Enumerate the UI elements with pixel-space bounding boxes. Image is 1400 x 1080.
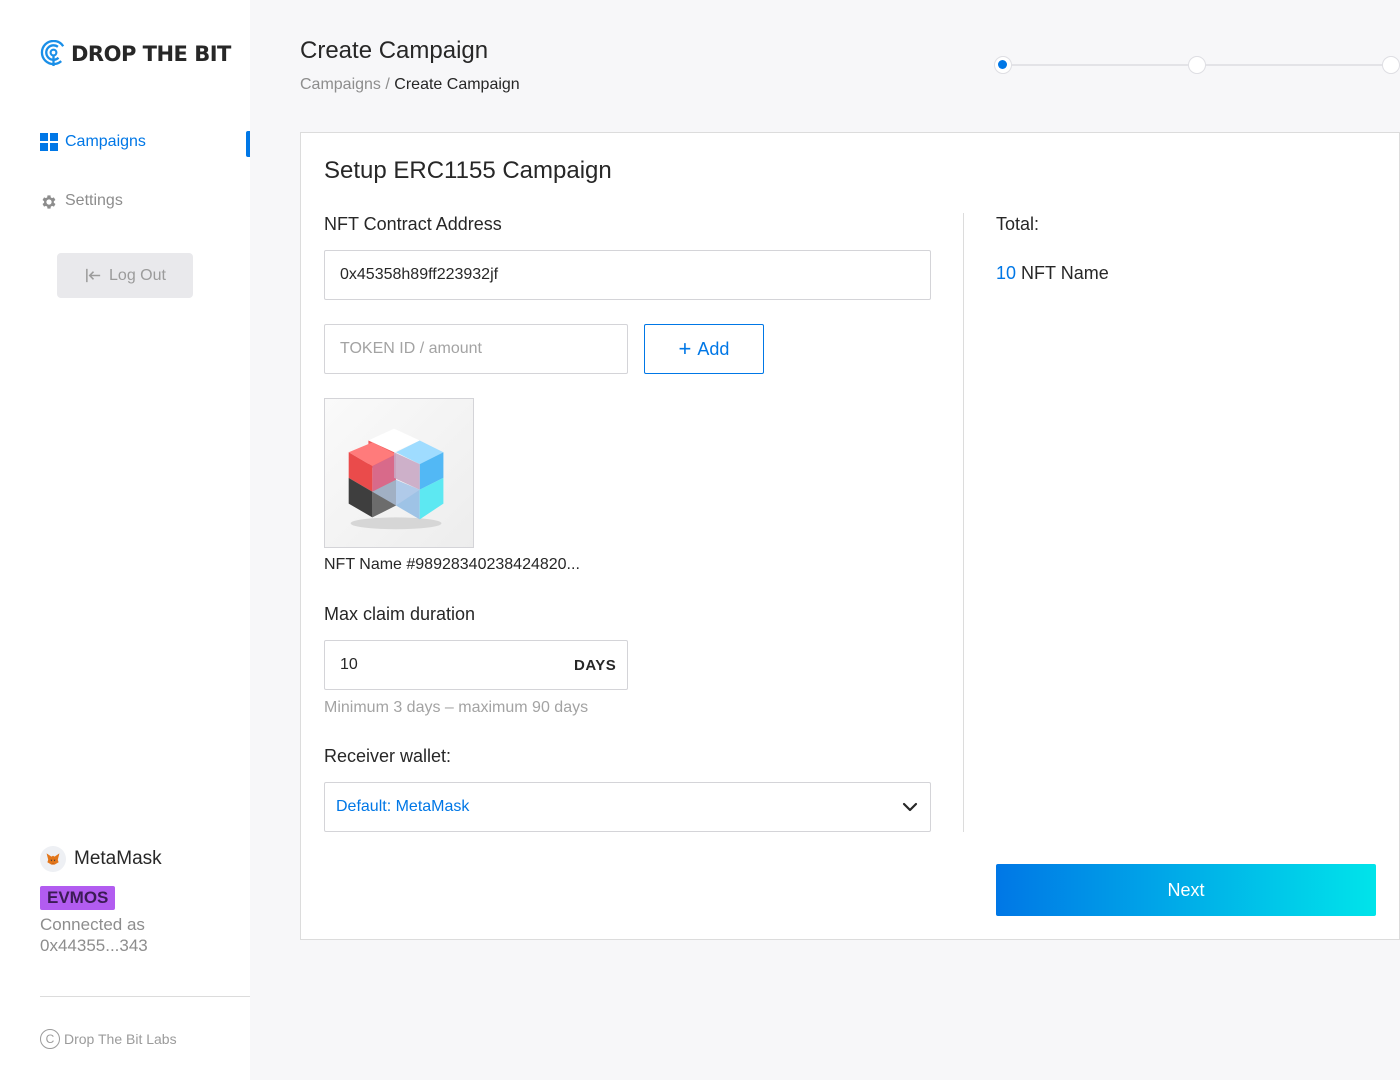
page-title: Create Campaign [300,37,489,64]
progress-stepper [994,56,1400,74]
stepper-step-1 [994,56,1012,74]
active-nav-indicator [246,131,250,157]
breadcrumb: Campaigns / Create Campaign [300,76,520,94]
logout-label: Log Out [109,266,166,284]
duration-hint: Minimum 3 days – maximum 90 days [324,699,589,716]
connected-label: Connected as [40,915,145,934]
breadcrumb-separator: / [385,76,390,93]
stepper-line [1206,64,1382,66]
logout-button[interactable]: Log Out [57,253,193,298]
add-token-button[interactable]: + Add [644,324,764,374]
receiver-wallet-label: Receiver wallet: [324,746,452,766]
logout-icon [86,268,101,283]
total-quantity: 10 [996,263,1017,283]
duration-label: Max claim duration [324,604,476,624]
grid-icon [40,133,58,151]
copyright-icon: C [40,1029,60,1049]
card-title: Setup ERC1155 Campaign [324,157,612,184]
footer-copyright: C Drop The Bit Labs [40,1029,177,1049]
chain-badge: EVMOS [40,886,116,910]
gear-icon [42,195,56,209]
brand-name: DROP THE BIT [71,41,231,66]
wallet-name: MetaMask [74,848,162,869]
metamask-fox-icon [40,846,66,872]
cube-nft-image [348,428,444,530]
contract-address-label: NFT Contract Address [324,214,502,234]
stepper-step-3 [1382,56,1400,74]
total-label: Total: [996,214,1040,234]
chevron-down-icon [902,802,918,812]
total-summary-line: 10 NFT Name [996,263,1109,284]
total-item-name: NFT Name [1021,263,1109,283]
stepper-line [1012,64,1188,66]
signal-logo-icon [40,40,67,67]
nft-name: NFT Name #98928340238424820... [324,556,580,573]
sidebar: DROP THE BIT Campaigns Settings Log Out [0,0,250,1080]
campaign-setup-card: Setup ERC1155 Campaign NFT Contract Addr… [300,132,1400,940]
duration-unit: DAYS [574,657,617,674]
receiver-wallet-select[interactable]: Default: MetaMask [324,782,931,832]
sidebar-item-label: Campaigns [65,133,146,150]
breadcrumb-current: Create Campaign [394,76,520,93]
copyright-text: Drop The Bit Labs [64,1031,177,1047]
plus-icon: + [678,336,692,361]
breadcrumb-link-campaigns[interactable]: Campaigns [300,76,381,93]
sidebar-divider [40,996,250,997]
column-divider [963,213,964,832]
stepper-step-2 [1188,56,1206,74]
sidebar-item-settings[interactable]: Settings [40,190,123,211]
contract-address-input[interactable] [324,250,931,300]
next-button[interactable]: Next [996,864,1376,916]
wallet-info: MetaMask EVMOS Connected as 0x44355...34… [40,846,162,956]
brand-logo[interactable]: DROP THE BIT [40,40,231,67]
sidebar-item-label: Settings [65,191,123,209]
sidebar-item-campaigns[interactable]: Campaigns [40,133,146,151]
nft-thumbnail[interactable] [324,398,474,548]
add-label: Add [697,338,730,359]
token-id-amount-input[interactable] [324,324,628,374]
receiver-wallet-value: Default: MetaMask [336,798,470,815]
wallet-address: 0x44355...343 [40,936,148,955]
